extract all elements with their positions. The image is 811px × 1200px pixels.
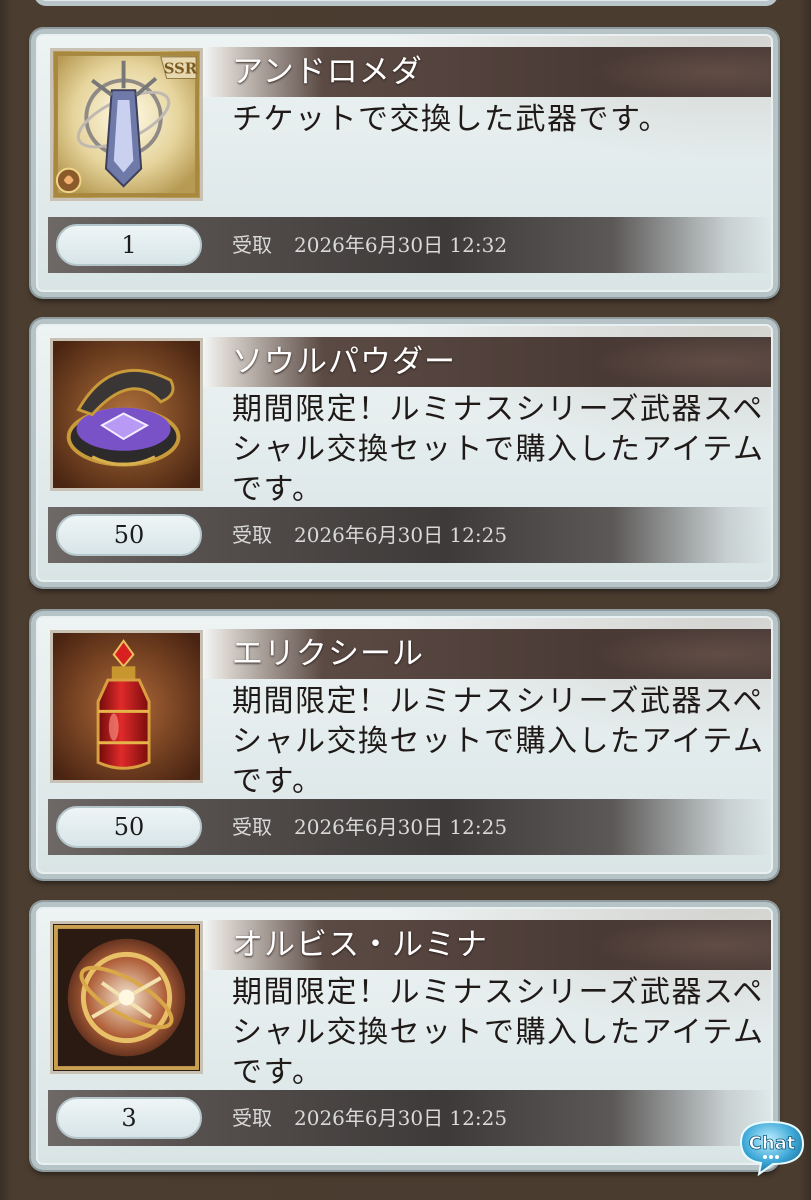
- item-description: 期間限定！ルミナスシリーズ武器スペシャル交換セットで購入したアイテムです。: [232, 392, 765, 507]
- received-date: 2026年6月30日 12:25: [294, 815, 508, 839]
- received-info: 受取 2026年6月30日 12:25: [232, 514, 507, 556]
- item-name: エリクシール: [232, 636, 424, 672]
- item-description: チケットで交換した武器です。: [232, 102, 670, 137]
- chat-button[interactable]: Chat: [733, 1118, 809, 1176]
- previous-card-edge: [34, 0, 778, 6]
- item-quantity: 50: [56, 514, 202, 556]
- item-name: ソウルパウダー: [232, 344, 456, 380]
- soul-powder-icon: [50, 338, 203, 491]
- item-card[interactable]: ソウルパウダー 期間限定！ルミナスシリーズ武器スペシャル交換セットで購入したアイ…: [31, 319, 778, 587]
- received-info: 受取 2026年6月30日 12:25: [232, 806, 507, 848]
- weapon-andromeda-icon: SSR: [50, 48, 203, 201]
- received-info: 受取 2026年6月30日 12:25: [232, 1097, 507, 1139]
- received-label: 受取: [232, 1106, 272, 1130]
- svg-text:SSR: SSR: [164, 61, 198, 78]
- item-name: アンドロメダ: [232, 54, 423, 90]
- received-date: 2026年6月30日 12:25: [294, 523, 508, 547]
- item-card[interactable]: エリクシール 期間限定！ルミナスシリーズ武器スペシャル交換セットで購入したアイテ…: [31, 611, 778, 879]
- elixir-icon: [50, 630, 203, 783]
- chat-button-label: Chat: [749, 1133, 796, 1154]
- received-date: 2026年6月30日 12:25: [294, 1106, 508, 1130]
- received-label: 受取: [232, 233, 272, 257]
- received-label: 受取: [232, 523, 272, 547]
- received-label: 受取: [232, 815, 272, 839]
- item-name: オルビス・ルミナ: [232, 927, 488, 963]
- item-description: 期間限定！ルミナスシリーズ武器スペシャル交換セットで購入したアイテムです。: [232, 975, 765, 1090]
- item-quantity: 50: [56, 806, 202, 848]
- item-card[interactable]: オルビス・ルミナ 期間限定！ルミナスシリーズ武器スペシャル交換セットで購入したア…: [31, 902, 778, 1170]
- item-description: 期間限定！ルミナスシリーズ武器スペシャル交換セットで購入したアイテムです。: [232, 684, 765, 799]
- item-quantity: 3: [56, 1097, 202, 1139]
- item-quantity: 1: [56, 224, 202, 266]
- orbis-lumina-icon: [50, 921, 203, 1074]
- received-info: 受取 2026年6月30日 12:32: [232, 224, 507, 266]
- received-date: 2026年6月30日 12:32: [294, 233, 508, 257]
- item-card[interactable]: SSR アンドロメダ チケットで交換した武器です。 1 受取 2026年6月30日…: [31, 29, 778, 297]
